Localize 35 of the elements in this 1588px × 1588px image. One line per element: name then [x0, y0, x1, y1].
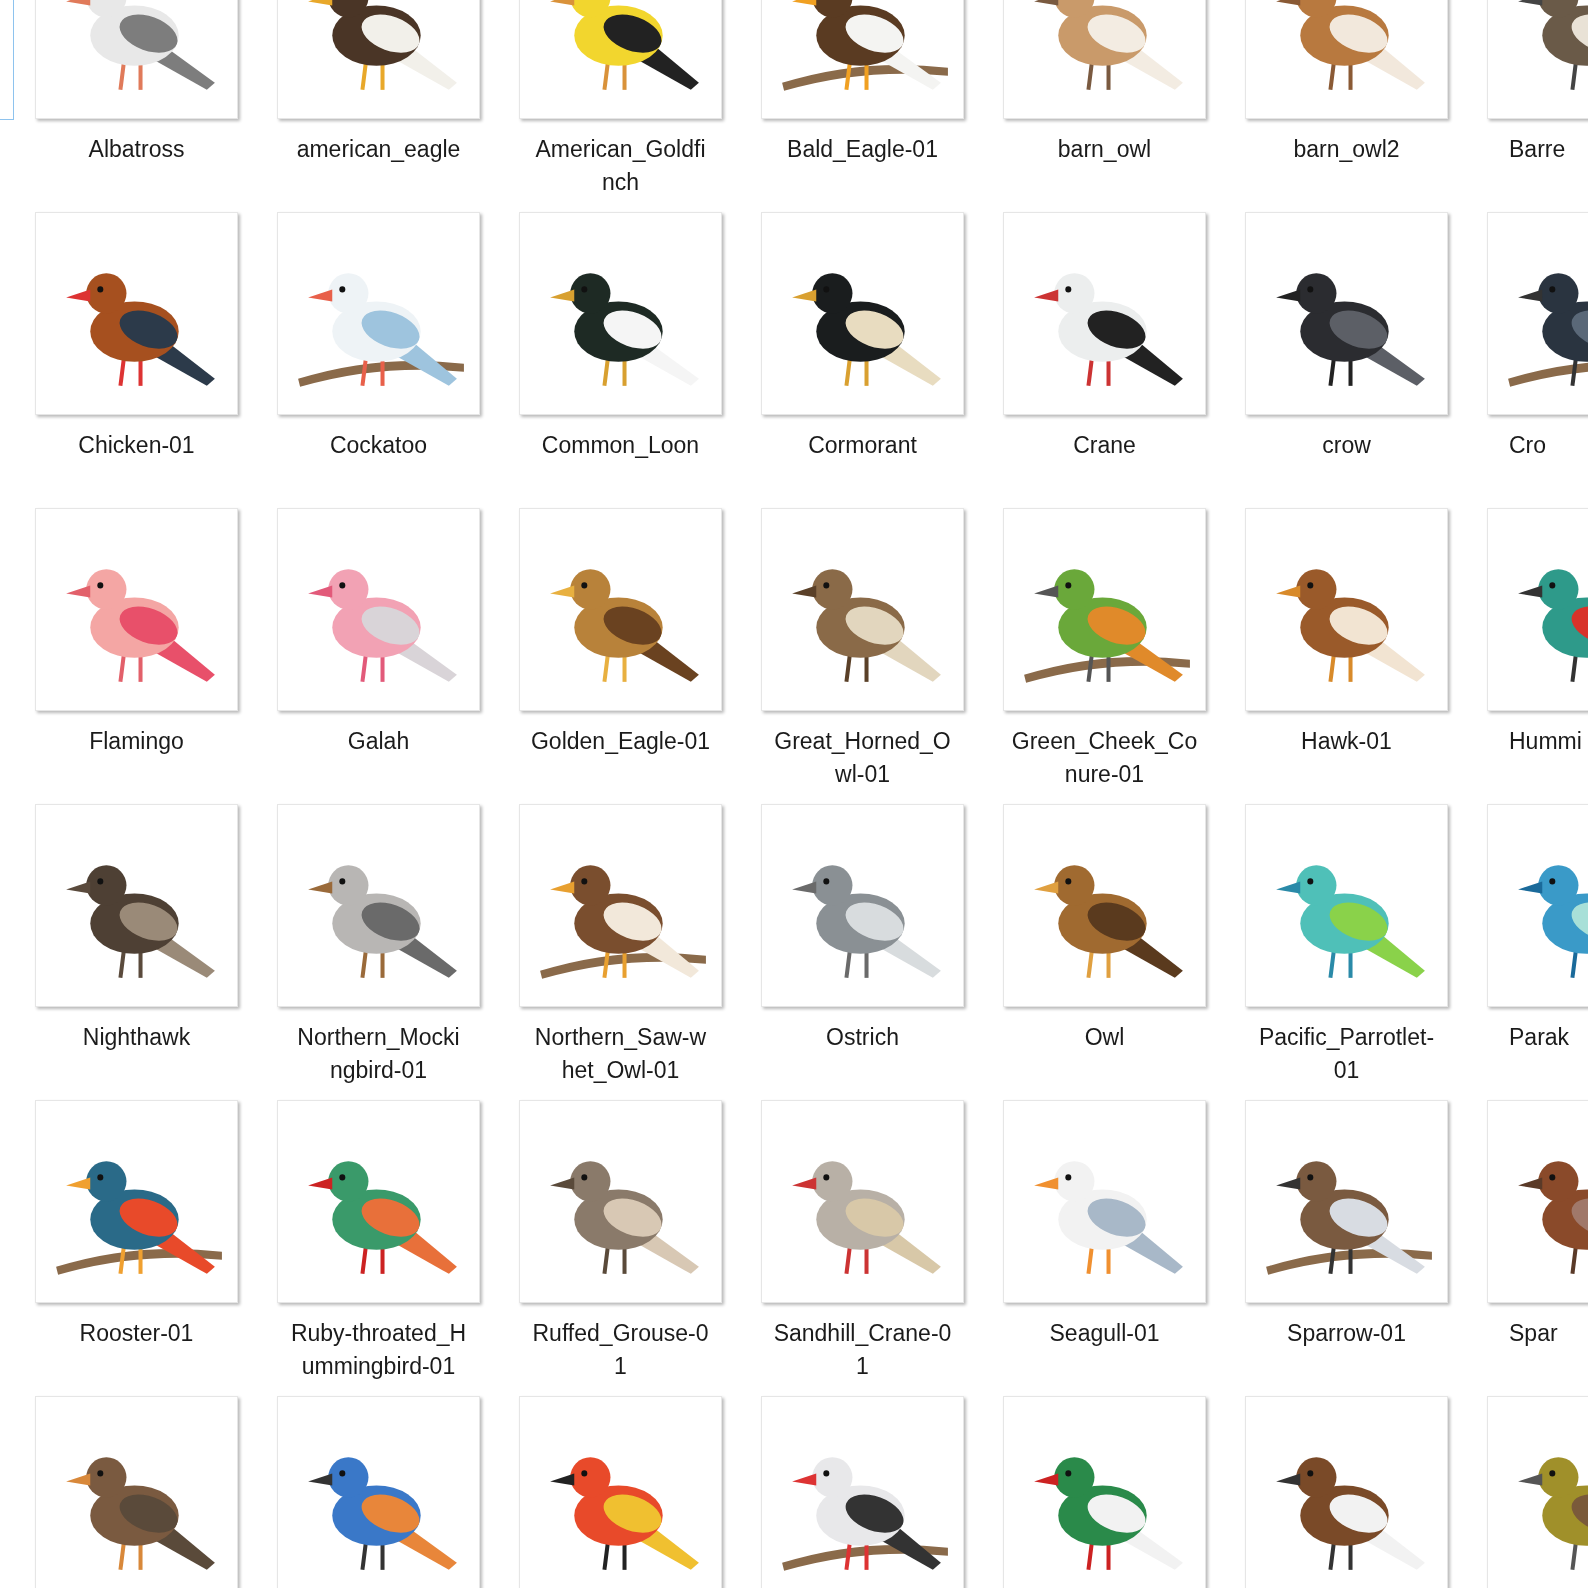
file-name[interactable]: Albatross: [88, 133, 185, 166]
file-name[interactable]: Golden_Eagle-01: [531, 725, 710, 758]
file-name[interactable]: barn_owl2: [1293, 133, 1400, 166]
file-name[interactable]: barn_owl: [1057, 133, 1152, 166]
file-name[interactable]: Cockatoo: [329, 429, 428, 462]
file-name[interactable]: Great_Horned_O wl-01: [774, 725, 951, 791]
file-name[interactable]: Hawk-01: [1301, 725, 1392, 758]
file-name[interactable]: Galah: [347, 725, 410, 758]
file-name[interactable]: Crane: [1073, 429, 1136, 462]
file-name[interactable]: Ruffed_Grouse-0 1: [532, 1317, 709, 1383]
file-name[interactable]: Northern_Saw-w het_Owl-01: [534, 1021, 707, 1087]
file-name[interactable]: Hummi: [1487, 725, 1582, 758]
file-name[interactable]: American_Goldfi nch: [535, 133, 706, 199]
file-name[interactable]: Barre: [1487, 133, 1566, 166]
file-name[interactable]: Parak: [1487, 1021, 1570, 1054]
file-name[interactable]: Owl: [1084, 1021, 1125, 1054]
file-name[interactable]: Rooster-01: [79, 1317, 194, 1350]
file-name[interactable]: Flamingo: [89, 725, 184, 758]
file-name[interactable]: crow: [1322, 429, 1371, 462]
file-name[interactable]: Common_Loon: [541, 429, 700, 462]
file-name[interactable]: american_eagle: [296, 133, 461, 166]
file-name[interactable]: Northern_Mocki ngbird-01: [297, 1021, 460, 1087]
file-name[interactable]: Cro: [1487, 429, 1547, 462]
file-name[interactable]: Chicken-01: [78, 429, 195, 462]
file-name[interactable]: Sparrow-01: [1287, 1317, 1406, 1350]
file-name[interactable]: Bald_Eagle-01: [787, 133, 938, 166]
file-name[interactable]: Sandhill_Crane-0 1: [773, 1317, 952, 1383]
file-name[interactable]: Pacific_Parrotlet- 01: [1258, 1021, 1435, 1087]
file-name[interactable]: Cormorant: [808, 429, 917, 462]
file-name[interactable]: Ruby-throated_H ummingbird-01: [290, 1317, 467, 1383]
file-name[interactable]: Seagull-01: [1049, 1317, 1160, 1350]
file-name[interactable]: Spar: [1487, 1317, 1558, 1350]
file-name[interactable]: Nighthawk: [82, 1021, 191, 1054]
file-name[interactable]: Green_Cheek_Co nure-01: [1011, 725, 1198, 791]
file-name[interactable]: Ostrich: [826, 1021, 899, 1054]
